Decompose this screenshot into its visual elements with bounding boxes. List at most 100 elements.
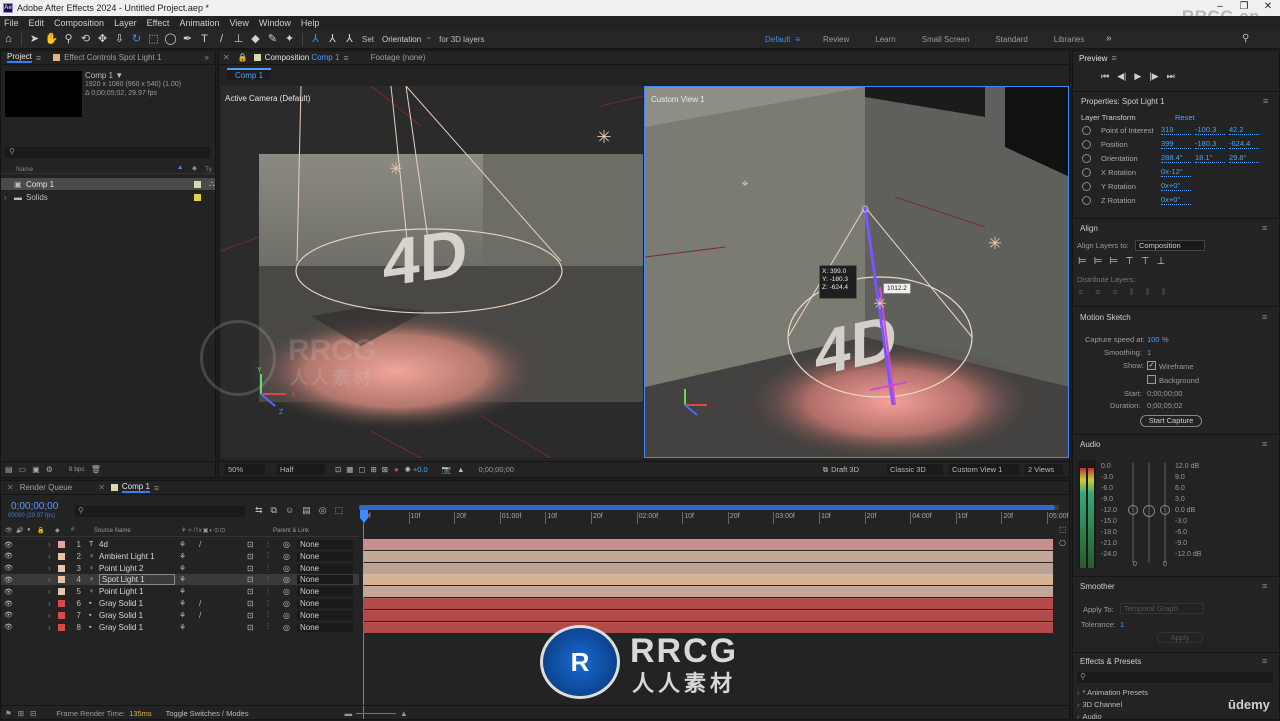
- collapse-switch-icon[interactable]: ⚘: [179, 599, 199, 608]
- collapse-switch-icon[interactable]: ⚘: [179, 575, 199, 584]
- eraser-tool-icon[interactable]: ◆: [247, 31, 264, 48]
- smoother-menu-icon[interactable]: ≡: [1262, 581, 1267, 591]
- distribute-left-icon[interactable]: ⦀: [1130, 287, 1134, 298]
- ellipse-tool-icon[interactable]: ◯: [162, 31, 179, 48]
- resolution-dropdown[interactable]: Half: [277, 464, 325, 475]
- orientation-dropdown[interactable]: Orientation: [378, 32, 435, 44]
- label-color-swatch[interactable]: [194, 180, 201, 188]
- stopwatch-icon[interactable]: [1082, 153, 1091, 163]
- apply-button[interactable]: Apply: [1157, 632, 1203, 643]
- property-value[interactable]: 0x-12°: [1161, 167, 1191, 177]
- pick-whip-icon[interactable]: ◎: [283, 540, 297, 549]
- property-value[interactable]: 42.2: [1229, 125, 1259, 135]
- motion-blur-switch-icon[interactable]: ⫶: [267, 563, 279, 573]
- pan-behind-tool-icon[interactable]: ⬚: [145, 31, 162, 48]
- zoom-slider[interactable]: [356, 712, 397, 714]
- 3d-layer-switch-icon[interactable]: ⊡: [247, 599, 267, 608]
- menu-edit[interactable]: Edit: [25, 18, 51, 28]
- property-value[interactable]: 0x+0°: [1161, 181, 1191, 191]
- time-ruler[interactable]: 0f10f20f01:00f10f20f02:00f10f20f03:00f10…: [359, 505, 1068, 525]
- layer-duration-bar[interactable]: [363, 598, 1053, 609]
- col-source-name[interactable]: Source Name: [94, 528, 131, 534]
- 3d-layer-switch-icon[interactable]: ⊡: [247, 587, 267, 596]
- menu-file[interactable]: File: [0, 18, 25, 28]
- eye-icon[interactable]: 👁: [4, 564, 15, 572]
- menu-composition[interactable]: Composition: [50, 18, 110, 28]
- distribute-bottom-icon[interactable]: ≡: [1113, 287, 1118, 298]
- exposure-value[interactable]: +0.0: [413, 465, 428, 474]
- layer-duration-bar[interactable]: [363, 586, 1053, 598]
- col-parent-link[interactable]: Parent & Link: [273, 528, 309, 534]
- layer-name[interactable]: Ambient Light 1: [99, 552, 175, 561]
- workspace-menu-icon[interactable]: ≡: [795, 35, 800, 44]
- menu-view[interactable]: View: [225, 18, 254, 28]
- channel-icon[interactable]: ⊠: [382, 465, 388, 474]
- guide-options-icon[interactable]: ⊞: [370, 465, 376, 474]
- align-left-icon[interactable]: ⊨: [1078, 256, 1087, 267]
- property-value[interactable]: 319: [1161, 125, 1191, 135]
- label-color-swatch[interactable]: [194, 193, 201, 201]
- workspace-learn[interactable]: Learn: [875, 35, 895, 44]
- align-right-icon[interactable]: ⊨: [1109, 256, 1118, 267]
- stopwatch-icon[interactable]: [1082, 125, 1091, 135]
- layer-duration-bar[interactable]: [363, 550, 1053, 562]
- 3d-layer-switch-icon[interactable]: ⊡: [247, 540, 267, 549]
- expand-arrow-icon[interactable]: ›: [48, 564, 58, 573]
- workspace-small-screen[interactable]: Small Screen: [922, 35, 970, 44]
- layer-name[interactable]: Point Light 1: [99, 587, 175, 596]
- zoom-tool-icon[interactable]: ⚲: [60, 31, 77, 48]
- align-bottom-icon[interactable]: ⊥: [1157, 256, 1166, 267]
- motion-blur-switch-icon[interactable]: ⫶: [267, 622, 279, 632]
- stopwatch-icon[interactable]: [1082, 181, 1091, 191]
- brush-tool-icon[interactable]: /: [213, 31, 230, 48]
- graph-editor-icon[interactable]: ⬚: [335, 505, 344, 516]
- collapse-switch-icon[interactable]: ⚘: [179, 540, 199, 549]
- draft-3d-label[interactable]: Draft 3D: [831, 465, 859, 474]
- work-area-icon[interactable]: ⎔: [1059, 539, 1066, 548]
- shy-layers-icon[interactable]: ☺: [285, 505, 294, 516]
- expand-icon[interactable]: ⊞: [18, 709, 24, 718]
- home-icon[interactable]: ⌂: [0, 31, 17, 48]
- selection-tool-icon[interactable]: ➤: [26, 31, 43, 48]
- composition-mini-flowchart-icon[interactable]: ⇆: [255, 505, 263, 516]
- pick-whip-icon[interactable]: ◎: [283, 587, 297, 596]
- layer-row[interactable]: 👁 › 5 ♀ Point Light 1 ⚘ ⊡ ⫶ ◎ None: [1, 586, 359, 597]
- close-render-queue-icon[interactable]: ✕: [7, 483, 14, 492]
- distribute-vcenter-icon[interactable]: ≡: [1095, 287, 1100, 298]
- comp-name[interactable]: Comp 1 ▼: [85, 71, 123, 80]
- render-time-toggle-icon[interactable]: ⚑: [5, 709, 12, 718]
- audio-menu-icon[interactable]: ≡: [1262, 439, 1267, 449]
- 3d-layer-switch-icon[interactable]: ⊡: [247, 623, 267, 632]
- layer-row[interactable]: 👁 › 3 ♀ Point Light 2 ⚘ ⊡ ⫶ ◎ None: [1, 563, 359, 574]
- eye-icon[interactable]: 👁: [4, 588, 15, 596]
- delete-icon[interactable]: 🗑: [91, 465, 101, 474]
- align-top-icon[interactable]: ⊤: [1125, 256, 1134, 267]
- panel-overflow-icon[interactable]: »: [205, 53, 209, 62]
- magnification-dropdown[interactable]: 50%: [225, 464, 265, 475]
- audio-switch-icon[interactable]: 🔊: [16, 527, 23, 534]
- property-value[interactable]: 399: [1161, 139, 1191, 149]
- menu-help[interactable]: Help: [297, 18, 326, 28]
- more-workspaces-icon[interactable]: »: [1106, 33, 1112, 44]
- stopwatch-icon[interactable]: [1082, 195, 1091, 205]
- current-time-indicator[interactable]: [360, 510, 368, 524]
- distribute-right-icon[interactable]: ⦀: [1162, 287, 1166, 298]
- pick-whip-icon[interactable]: ◎: [283, 599, 297, 608]
- layer-name[interactable]: Gray Solid 1: [99, 611, 175, 620]
- capture-speed-value[interactable]: 100: [1147, 335, 1160, 344]
- start-capture-button[interactable]: Start Capture: [1140, 415, 1202, 427]
- project-item[interactable]: ▣ Comp 1 ⛬: [1, 178, 215, 190]
- tab-composition[interactable]: Composition Comp 1 ≡: [248, 51, 355, 65]
- property-value[interactable]: -180.3: [1195, 139, 1225, 149]
- tab-project[interactable]: Project ≡: [1, 51, 47, 65]
- workspace-default[interactable]: Default: [765, 35, 790, 44]
- layer-row[interactable]: 👁 › 8 ▪ Gray Solid 1 ⚘ ⊡ ⫶ ◎ None: [1, 622, 359, 633]
- toggle-switches-modes[interactable]: Toggle Switches / Modes: [166, 709, 249, 718]
- close-timeline-icon[interactable]: ✕: [98, 483, 105, 492]
- motion-sketch-menu-icon[interactable]: ≡: [1262, 312, 1267, 322]
- 3d-layer-switch-icon[interactable]: ⊡: [247, 611, 267, 620]
- color-management-icon[interactable]: ●: [394, 465, 399, 474]
- layer-name[interactable]: Point Light 2: [99, 564, 175, 573]
- effects-category[interactable]: › * Animation Presets: [1077, 688, 1148, 697]
- project-settings-icon[interactable]: ⚙: [46, 465, 53, 474]
